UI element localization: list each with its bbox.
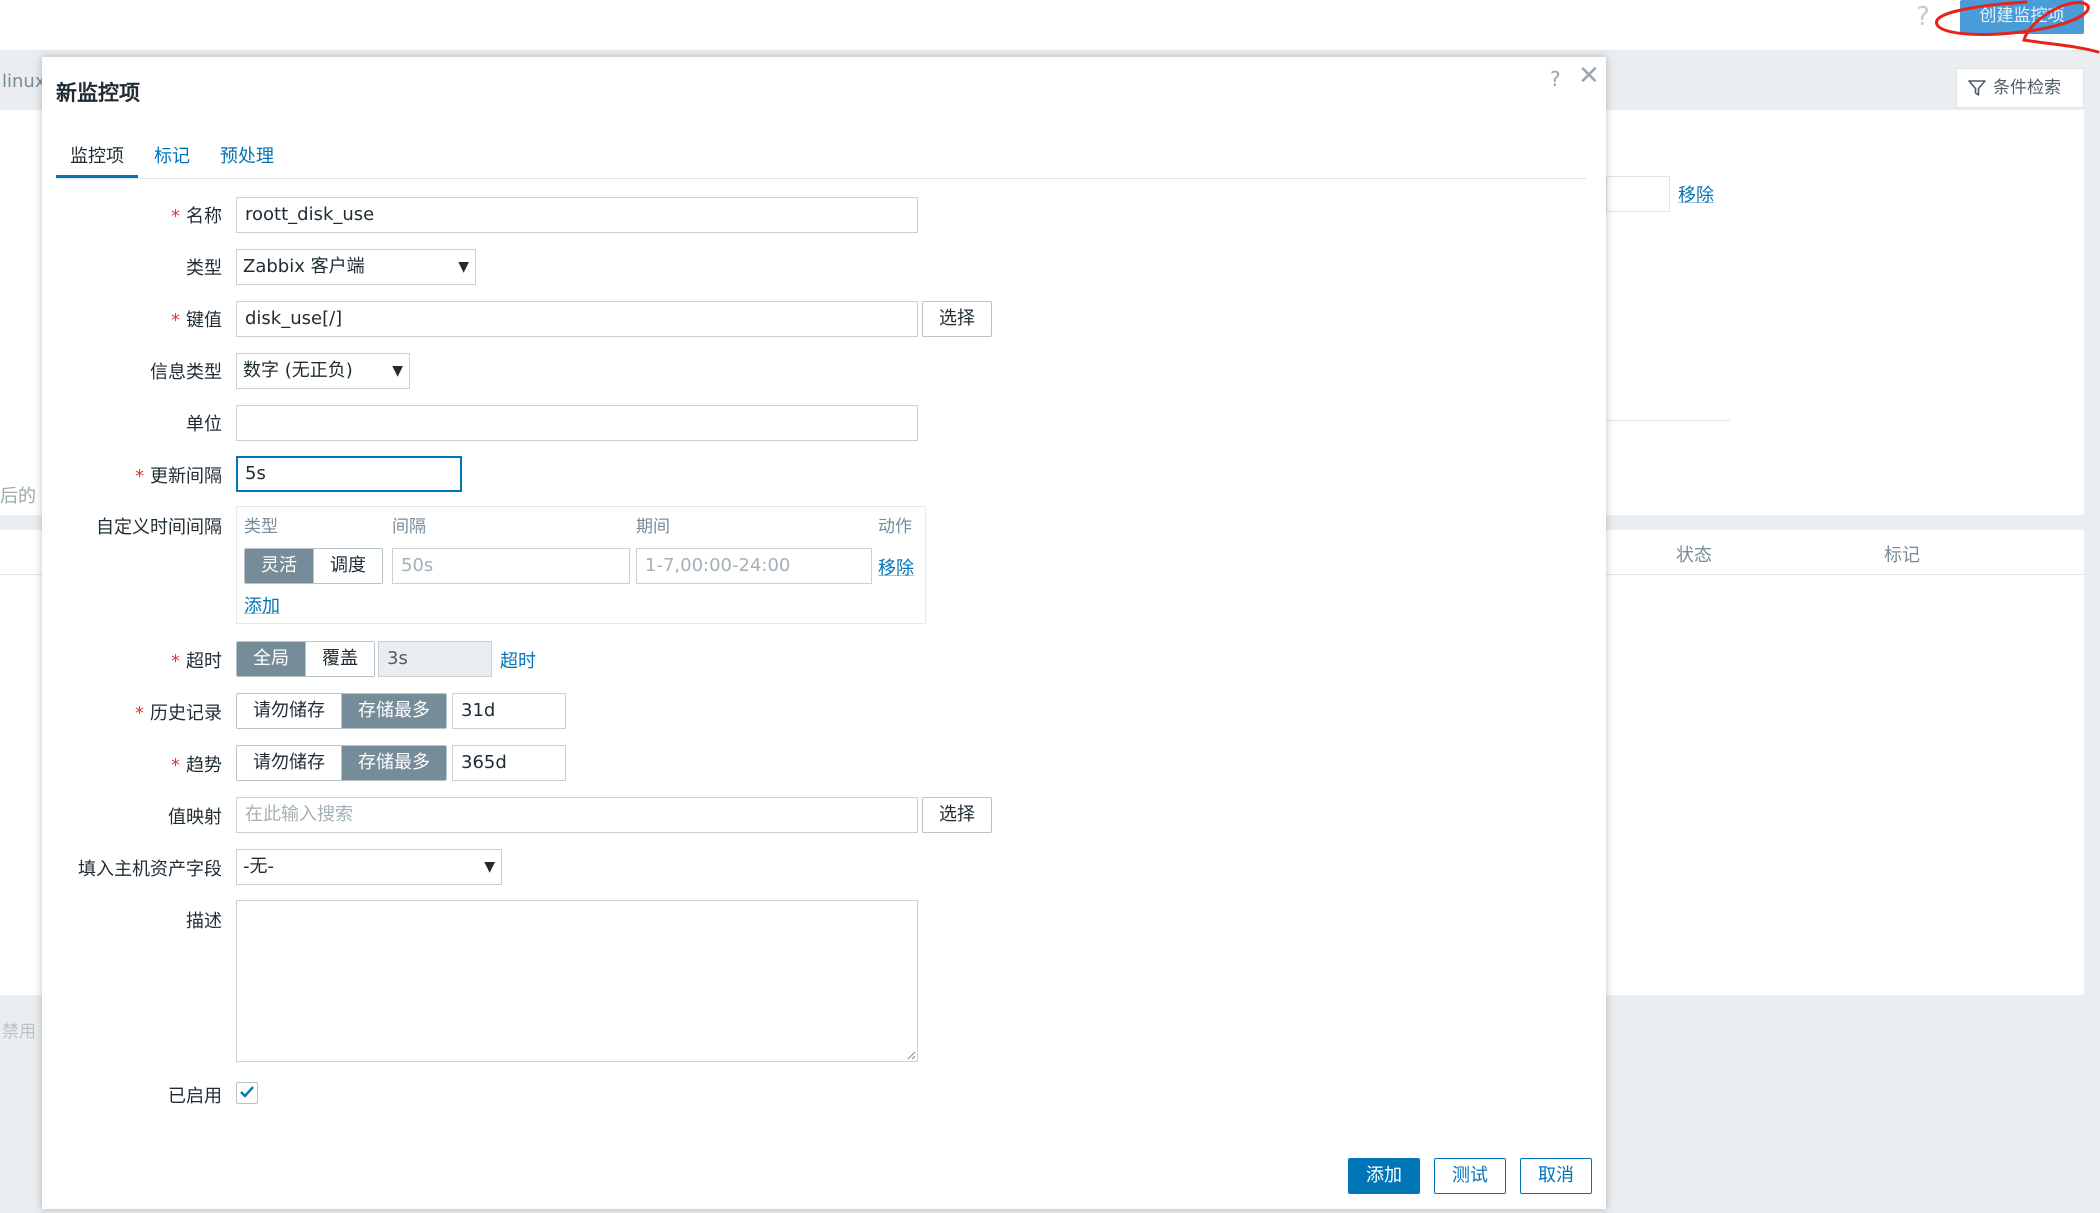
history-do-not-store[interactable]: 请勿储存 [237, 694, 341, 728]
new-item-dialog: 新监控项 ? ✕ 监控项 标记 预处理 * 名称 roott_disk_use 类… [42, 57, 1606, 1209]
timeout-toggle: 全局 覆盖 [236, 641, 375, 677]
units-label: 单位 [186, 414, 222, 435]
value-map-label: 值映射 [168, 807, 222, 828]
value-map-select-button[interactable]: 选择 [922, 797, 992, 833]
name-label: * 名称 [171, 206, 222, 227]
bg-col-tags[interactable]: 标记 [1884, 541, 1920, 567]
info-type-select[interactable]: 数字 (无正负) ▼ [236, 353, 410, 389]
bg-disable-button[interactable]: 禁用 [2, 1017, 36, 1042]
interval-add-link[interactable]: 添加 [244, 592, 280, 618]
value-map-input[interactable]: 在此输入搜索 [236, 797, 918, 833]
bg-filter-input[interactable] [1606, 176, 1670, 212]
inventory-label: 填入主机资产字段 [78, 859, 222, 880]
tab-bar: 监控项 标记 预处理 [56, 142, 1586, 179]
checkmark-icon [240, 1086, 254, 1098]
timeout-input[interactable]: 3s [378, 641, 492, 677]
trends-toggle: 请勿储存 存储最多 [236, 745, 447, 781]
type-label: 类型 [186, 258, 222, 279]
filter-toggle[interactable]: 条件检索 [1956, 68, 2084, 108]
bg-divider [1606, 420, 1730, 421]
interval-input[interactable]: 50s [392, 548, 630, 584]
col-action-header: 动作 [878, 517, 912, 537]
inventory-value: -无- [243, 856, 274, 877]
trends-do-not-store[interactable]: 请勿储存 [237, 746, 341, 780]
chevron-down-icon: ▼ [458, 259, 469, 275]
update-interval-label: * 更新间隔 [135, 466, 222, 487]
bg-cut-text: 后的 [0, 486, 36, 507]
test-button[interactable]: 测试 [1434, 1158, 1506, 1194]
dialog-help-icon[interactable]: ? [1550, 67, 1561, 91]
timeout-link[interactable]: 超时 [500, 647, 536, 673]
bg-remove-link[interactable]: 移除 [1678, 181, 1714, 207]
update-interval-input[interactable]: 5s [236, 456, 462, 492]
top-bar [0, 0, 2100, 51]
tab-item[interactable]: 监控项 [56, 142, 138, 178]
history-input[interactable]: 31d [452, 693, 566, 729]
timeout-override[interactable]: 覆盖 [305, 642, 374, 676]
interval-mode-toggle: 灵活 调度 [244, 548, 383, 584]
key-input[interactable]: disk_use[/] [236, 301, 918, 337]
description-textarea[interactable] [236, 900, 918, 1062]
history-label: * 历史记录 [135, 703, 222, 724]
inventory-select[interactable]: -无- ▼ [236, 849, 502, 885]
trends-label: * 趋势 [171, 755, 222, 776]
mode-scheduling[interactable]: 调度 [313, 549, 382, 583]
type-select-value: Zabbix 客户端 [243, 256, 365, 277]
key-label: * 键值 [171, 310, 222, 331]
custom-intervals-label: 自定义时间间隔 [96, 517, 222, 538]
trends-input[interactable]: 365d [452, 745, 566, 781]
key-select-button[interactable]: 选择 [922, 301, 992, 337]
info-type-label: 信息类型 [150, 362, 222, 383]
bg-col-status[interactable]: 状态 [1676, 541, 1712, 567]
units-input[interactable] [236, 405, 918, 441]
add-button[interactable]: 添加 [1348, 1158, 1420, 1194]
mode-flexible[interactable]: 灵活 [245, 549, 313, 583]
col-interval-header: 间隔 [392, 517, 426, 537]
col-type-header: 类型 [244, 517, 278, 537]
timeout-global[interactable]: 全局 [237, 642, 305, 676]
bg-breadcrumb[interactable]: linux [2, 71, 45, 92]
history-toggle: 请勿储存 存储最多 [236, 693, 447, 729]
history-store-up-to[interactable]: 存储最多 [341, 694, 446, 728]
filter-label: 条件检索 [1993, 78, 2061, 98]
cancel-button[interactable]: 取消 [1520, 1158, 1592, 1194]
tab-preprocessing[interactable]: 预处理 [206, 142, 288, 177]
close-icon[interactable]: ✕ [1578, 63, 1600, 89]
filter-icon [1968, 80, 1986, 96]
interval-remove-link[interactable]: 移除 [878, 554, 914, 580]
dialog-title: 新监控项 [56, 81, 140, 105]
name-input[interactable]: roott_disk_use [236, 197, 918, 233]
info-type-value: 数字 (无正负) [243, 360, 353, 381]
enabled-checkbox[interactable] [236, 1082, 258, 1104]
col-period-header: 期间 [636, 517, 670, 537]
chevron-down-icon: ▼ [392, 363, 403, 379]
type-select[interactable]: Zabbix 客户端 ▼ [236, 249, 476, 285]
red-annotation-scribble [1934, 0, 2100, 54]
enabled-label: 已启用 [168, 1086, 222, 1107]
chevron-down-icon: ▼ [484, 859, 495, 875]
trends-store-up-to[interactable]: 存储最多 [341, 746, 446, 780]
resize-handle-icon[interactable] [906, 1050, 916, 1060]
description-label: 描述 [186, 911, 222, 932]
period-input[interactable]: 1-7,00:00-24:00 [636, 548, 872, 584]
tab-tags[interactable]: 标记 [140, 142, 204, 177]
timeout-label: * 超时 [171, 651, 222, 672]
